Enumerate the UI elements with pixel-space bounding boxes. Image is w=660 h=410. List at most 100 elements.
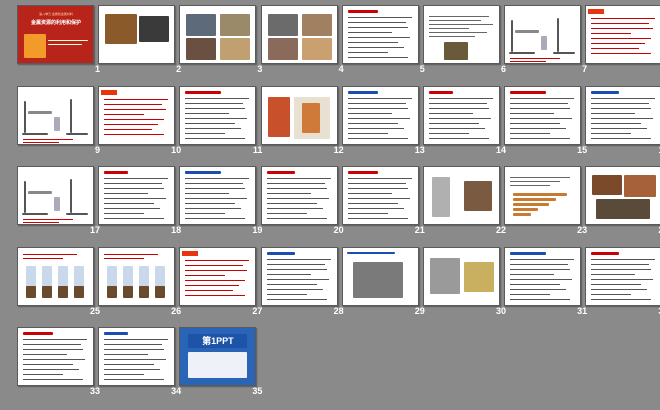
slide-thumbnail[interactable] <box>504 5 582 64</box>
text-line <box>429 132 469 134</box>
slide-thumbnail[interactable] <box>98 246 176 306</box>
ore-photo <box>267 14 298 36</box>
slide-thumbnail[interactable]: 第八单元 金属和金属材料 金属资源的利用和保护 <box>17 5 94 64</box>
slide-thumbnail[interactable] <box>260 85 338 145</box>
slide-cell: 7 <box>501 2 595 84</box>
slide-thumbnail[interactable] <box>17 246 94 306</box>
text-line <box>23 222 59 223</box>
text-line <box>23 349 83 350</box>
slide-cell: 22 <box>420 163 514 245</box>
slide-thumbnail[interactable] <box>179 85 257 145</box>
slide-cell: 第八单元 金属和金属材料 金属资源的利用和保护 1 <box>14 2 108 84</box>
text-line <box>591 278 654 280</box>
text-line <box>510 117 573 119</box>
text-line <box>510 137 571 139</box>
text-line <box>104 183 163 184</box>
slide-heading <box>510 251 547 255</box>
text-line <box>185 198 248 199</box>
slide-thumbnail[interactable] <box>504 85 582 145</box>
text-line <box>429 97 493 99</box>
slide-thumbnail[interactable] <box>341 5 419 64</box>
text-line <box>591 117 654 119</box>
text-line <box>185 107 246 109</box>
rust-photo <box>624 175 657 197</box>
text-line <box>429 16 489 17</box>
slide-thumbnail[interactable] <box>98 85 176 145</box>
stand-base <box>553 52 576 54</box>
text-line <box>347 52 388 53</box>
slide-cell: 20 <box>258 163 352 245</box>
text-line <box>266 293 307 295</box>
text-line <box>347 208 404 209</box>
text-line <box>591 97 656 99</box>
text-line <box>266 258 331 260</box>
text-line <box>347 27 408 28</box>
iron-nail <box>139 285 150 298</box>
slide-thumbnail[interactable] <box>585 5 660 64</box>
text-line <box>591 122 642 124</box>
text-line <box>429 107 489 109</box>
text-line <box>347 137 408 139</box>
text-line <box>266 263 325 265</box>
slide-thumbnail[interactable] <box>98 5 176 64</box>
slide-cell: 24 <box>582 163 660 245</box>
chart-bar <box>513 213 532 216</box>
text-line <box>185 274 226 276</box>
text-line <box>510 258 575 260</box>
text-line <box>23 138 73 140</box>
slide-thumbnail[interactable] <box>423 5 500 64</box>
slide-thumbnail[interactable] <box>423 246 500 306</box>
slide-thumbnail[interactable] <box>179 246 257 306</box>
iron-nail <box>42 285 52 298</box>
slide-thumbnail[interactable] <box>585 85 660 145</box>
pump-photo <box>432 177 450 217</box>
slide-thumbnail[interactable] <box>17 85 94 145</box>
slide-thumbnail[interactable]: 第1PPT <box>179 327 257 386</box>
slide-cell: 13 <box>339 83 433 165</box>
iron-nail <box>123 285 134 298</box>
text-line <box>185 132 226 134</box>
text-line <box>104 359 167 360</box>
text-line <box>185 97 250 99</box>
ore-photo <box>186 38 217 60</box>
text-line <box>347 117 410 119</box>
slide-thumbnail[interactable] <box>98 166 176 225</box>
text-line <box>510 185 551 186</box>
iron-nail <box>155 285 166 298</box>
ore-photo <box>301 38 332 60</box>
slide-heading <box>347 171 378 174</box>
text-line <box>266 273 311 275</box>
text-line <box>104 253 159 255</box>
slide-thumbnail[interactable] <box>423 166 500 225</box>
slide-thumbnail[interactable] <box>585 166 660 225</box>
slide-thumbnail[interactable] <box>504 246 582 306</box>
text-line <box>429 28 469 29</box>
slide-thumbnail[interactable] <box>260 166 338 225</box>
iron-nail <box>74 285 84 298</box>
text-line <box>429 20 481 21</box>
text-line <box>104 188 165 189</box>
slide-thumbnail[interactable] <box>341 85 419 145</box>
text-line <box>510 181 561 182</box>
slide-thumbnail[interactable] <box>98 327 176 386</box>
text-line <box>510 122 561 124</box>
text-line <box>591 298 652 300</box>
text-line <box>429 102 487 104</box>
text-line <box>510 177 571 178</box>
text-line <box>347 32 392 33</box>
slide-thumbnail[interactable] <box>423 85 500 145</box>
slide-cell: 32 <box>582 244 660 326</box>
slide-thumbnail[interactable] <box>504 166 582 225</box>
slide-thumbnail[interactable] <box>585 246 660 306</box>
slide-thumbnail[interactable] <box>341 246 419 306</box>
slide-cell: 19 <box>176 163 270 245</box>
slide-thumbnail[interactable] <box>17 166 94 225</box>
slide-thumbnail[interactable] <box>17 327 94 386</box>
slide-thumbnail[interactable] <box>260 5 338 64</box>
text-line <box>266 288 323 290</box>
slide-thumbnail[interactable] <box>179 5 257 64</box>
text-line <box>347 37 410 38</box>
slide-thumbnail[interactable] <box>179 166 257 225</box>
slide-thumbnail[interactable] <box>260 246 338 306</box>
slide-thumbnail[interactable] <box>341 166 419 225</box>
